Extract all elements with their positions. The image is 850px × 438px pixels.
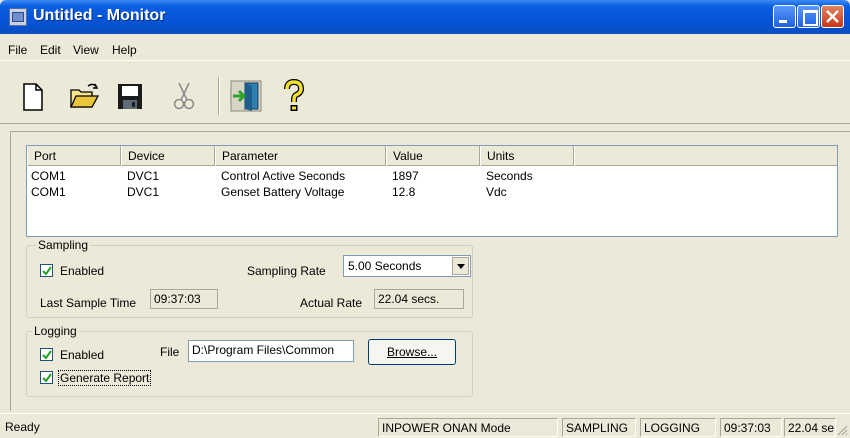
generate-report-checkbox[interactable] [40, 371, 53, 384]
logging-enabled-label[interactable]: Enabled [60, 348, 104, 362]
checkmark-icon [42, 373, 52, 383]
toolbar [0, 60, 850, 124]
status-time: 09:37:03 [720, 418, 782, 437]
status-logging: LOGGING [640, 418, 716, 437]
cell-parameter: Control Active Seconds [221, 169, 346, 183]
checkmark-icon [42, 266, 52, 276]
sampling-rate-value: 5.00 Seconds [348, 259, 422, 273]
menu-edit[interactable]: Edit [40, 43, 61, 57]
actual-rate-label: Actual Rate [300, 296, 363, 310]
sampling-rate-select[interactable]: 5.00 Seconds [343, 255, 471, 277]
title-bar[interactable]: Untitled - Monitor [0, 0, 850, 34]
cell-port: COM1 [31, 169, 66, 183]
menu-file[interactable]: File [8, 43, 27, 57]
cell-value: 12.8 [392, 185, 416, 199]
window-title: Untitled - Monitor [33, 7, 166, 24]
generate-report-label[interactable]: Generate Report [58, 370, 152, 386]
cell-port: COM1 [31, 185, 66, 199]
status-bar: Ready INPOWER ONAN Mode SAMPLING LOGGING… [0, 413, 850, 438]
status-ready: Ready [5, 420, 40, 434]
sampling-enabled-label[interactable]: Enabled [60, 264, 104, 278]
column-device[interactable]: Device [121, 146, 215, 166]
maximize-button[interactable] [797, 5, 820, 28]
save-disk-icon[interactable] [112, 78, 148, 114]
checkmark-icon [42, 350, 52, 360]
open-folder-icon[interactable] [66, 78, 102, 114]
status-rate: 22.04 se [784, 418, 836, 437]
log-file-input[interactable]: D:\Program Files\Common [188, 340, 354, 362]
exit-door-icon[interactable] [228, 78, 264, 114]
cell-device: DVC1 [127, 185, 160, 199]
menu-view[interactable]: View [73, 43, 99, 57]
menu-help[interactable]: Help [112, 43, 137, 57]
app-monitor-icon[interactable] [9, 8, 27, 26]
resize-grip-icon[interactable] [836, 424, 848, 436]
table-row[interactable]: COM1 DVC1 Genset Battery Voltage 12.8 Vd… [27, 184, 837, 200]
logging-enabled-checkbox[interactable] [40, 348, 53, 361]
status-mode: INPOWER ONAN Mode [378, 418, 558, 437]
minimize-button[interactable] [773, 5, 796, 28]
browse-label: Browse... [386, 345, 437, 359]
status-sampling: SAMPLING [562, 418, 636, 437]
sampling-enabled-checkbox[interactable] [40, 264, 53, 277]
new-document-icon[interactable] [14, 78, 50, 114]
chevron-down-icon[interactable] [452, 257, 469, 275]
table-row[interactable]: COM1 DVC1 Control Active Seconds 1897 Se… [27, 168, 837, 184]
cell-parameter: Genset Battery Voltage [221, 185, 345, 199]
help-question-icon[interactable] [276, 78, 312, 114]
parameter-list[interactable]: Port Device Parameter Value Units COM1 D… [26, 145, 838, 237]
menu-bar: File Edit View Help [0, 34, 850, 60]
sampling-legend: Sampling [36, 238, 91, 252]
last-sample-label: Last Sample Time [40, 296, 137, 310]
close-button[interactable] [821, 5, 844, 28]
close-icon [826, 10, 839, 23]
cell-units: Vdc [486, 185, 507, 199]
toolbar-separator [218, 77, 220, 115]
file-label: File [160, 345, 180, 359]
cut-scissors-icon[interactable] [166, 78, 202, 114]
logging-legend: Logging [32, 324, 79, 338]
cell-value: 1897 [392, 169, 419, 183]
column-value[interactable]: Value [386, 146, 480, 166]
last-sample-field: 09:37:03 [150, 289, 218, 309]
column-port[interactable]: Port [27, 146, 121, 166]
cell-units: Seconds [486, 169, 533, 183]
column-parameter[interactable]: Parameter [215, 146, 386, 166]
browse-button[interactable]: Browse... [368, 339, 456, 365]
column-units[interactable]: Units [480, 146, 574, 166]
cell-device: DVC1 [127, 169, 160, 183]
list-header: Port Device Parameter Value Units [27, 146, 837, 166]
actual-rate-field: 22.04 secs. [374, 289, 464, 309]
sampling-rate-label: Sampling Rate [247, 264, 326, 278]
column-filler [574, 146, 837, 166]
